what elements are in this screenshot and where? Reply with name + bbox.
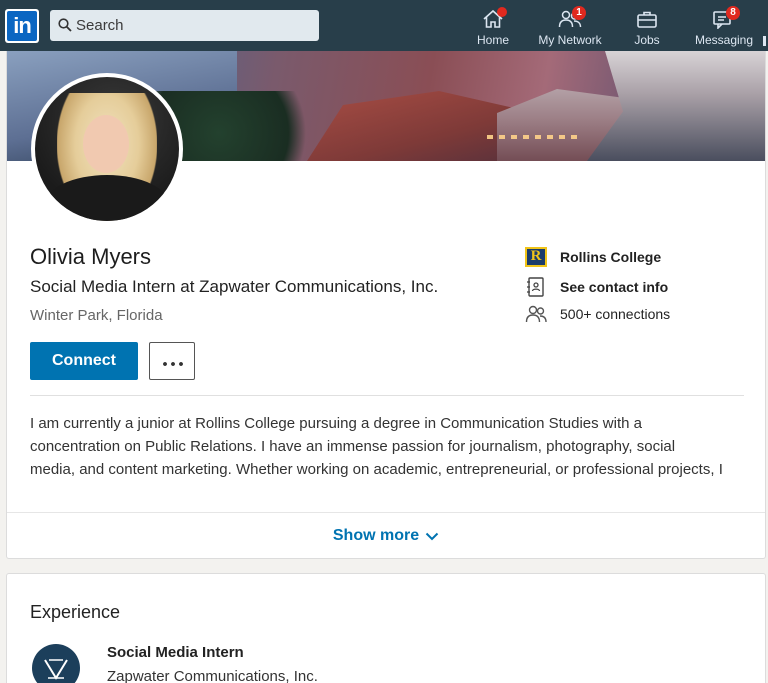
show-more-button[interactable]: Show more bbox=[7, 513, 765, 559]
summary-line: media, and content marketing. Whether wo… bbox=[30, 461, 723, 478]
nav-jobs-label: Jobs bbox=[634, 33, 660, 47]
summary-line: I am currently a junior at Rollins Colle… bbox=[30, 415, 642, 432]
contact-card-icon bbox=[527, 277, 544, 297]
search-icon bbox=[58, 18, 72, 32]
linkedin-logo-mark: in bbox=[7, 11, 37, 41]
connections-count: 500+ connections bbox=[560, 306, 671, 322]
chevron-down-icon bbox=[425, 532, 439, 540]
school-name: Rollins College bbox=[560, 249, 662, 265]
profile-name: Olivia Myers bbox=[30, 244, 152, 269]
connect-button[interactable]: Connect bbox=[30, 342, 138, 380]
more-dots-icon bbox=[161, 362, 185, 366]
avatar-photo bbox=[35, 77, 179, 221]
search-box[interactable] bbox=[50, 10, 319, 41]
nav-messaging[interactable]: 8 Messaging bbox=[692, 0, 756, 51]
messaging-badge: 8 bbox=[726, 6, 740, 20]
nav-messaging-label: Messaging bbox=[694, 33, 754, 47]
zapwater-logo-icon bbox=[44, 659, 68, 680]
profile-summary: I am currently a junior at Rollins Colle… bbox=[30, 412, 750, 481]
nav-home-label: Home bbox=[476, 33, 509, 47]
experience-company[interactable]: Zapwater Communications, Inc. bbox=[107, 668, 318, 683]
school-logo-icon: R bbox=[525, 247, 547, 267]
network-badge: 1 bbox=[572, 6, 586, 20]
profile-headline: Social Media Intern at Zapwater Communic… bbox=[30, 277, 439, 296]
nav-my-network[interactable]: 1 My Network bbox=[534, 0, 606, 51]
home-notification-dot bbox=[497, 7, 507, 17]
avatar-face bbox=[83, 115, 129, 173]
experience-heading: Experience bbox=[30, 602, 121, 622]
briefcase-icon bbox=[637, 11, 657, 28]
profile-divider bbox=[30, 395, 744, 396]
connections-icon bbox=[525, 305, 547, 323]
more-actions-button[interactable] bbox=[149, 342, 195, 380]
contact-info-label: See contact info bbox=[560, 279, 669, 295]
show-more-label: Show more bbox=[332, 527, 420, 544]
company-logo[interactable] bbox=[32, 644, 80, 683]
linkedin-logo[interactable]: in bbox=[5, 9, 39, 43]
banner-lights bbox=[487, 135, 577, 139]
profile-location: Winter Park, Florida bbox=[30, 307, 163, 324]
search-input[interactable] bbox=[76, 10, 314, 41]
nav-jobs[interactable]: Jobs bbox=[626, 0, 668, 51]
nav-overflow-edge bbox=[763, 36, 766, 46]
experience-role[interactable]: Social Media Intern bbox=[107, 644, 244, 661]
nav-home[interactable]: Home bbox=[470, 0, 516, 51]
nav-my-network-label: My Network bbox=[538, 33, 602, 47]
top-nav-bar: in Home 1 My Network Jobs bbox=[0, 0, 768, 51]
profile-card: Olivia Myers Social Media Intern at Zapw… bbox=[6, 51, 766, 559]
profile-avatar[interactable] bbox=[31, 73, 183, 225]
experience-card: Experience Social Media Intern Zapwater … bbox=[6, 573, 766, 683]
summary-line: concentration on Public Relations. I hav… bbox=[30, 438, 676, 455]
